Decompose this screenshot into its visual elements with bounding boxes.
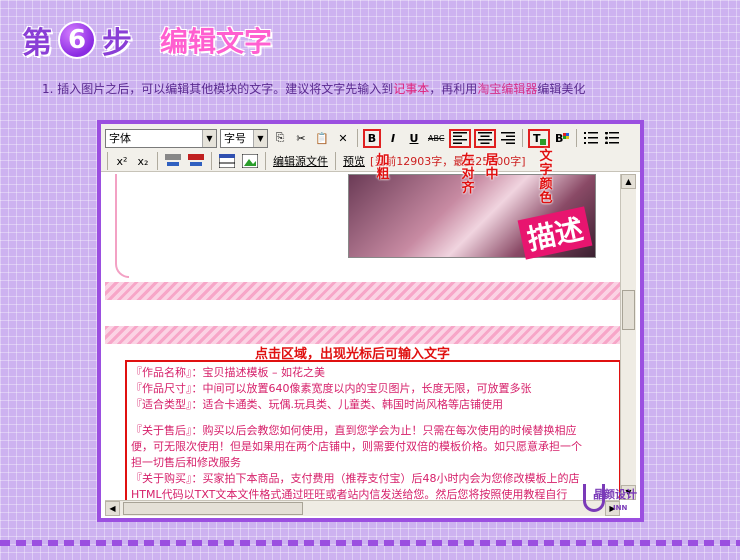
cut-icon[interactable]: ✂	[292, 129, 310, 148]
font-family-value: 字体	[109, 132, 131, 145]
editable-text-region[interactable]: 『作品名称』：宝贝描述模板 – 如花之美 『作品尺寸』：中间可以放置640像素宽…	[125, 360, 620, 500]
image-badge: 描述	[517, 206, 593, 260]
horizontal-scroll-thumb[interactable]	[123, 502, 303, 515]
toolbar-divider	[157, 152, 158, 170]
insert-table-icon[interactable]	[217, 152, 237, 171]
font-size-value: 字号	[224, 132, 246, 145]
toolbar-divider	[107, 152, 108, 170]
character-count: [当前12903字，最多25000字]	[370, 155, 526, 168]
text-line: 『适合类型』：适合卡通类、玩偶.玩具类、儿童类、韩国时尚风格等店铺使用	[131, 398, 503, 411]
chevron-down-icon[interactable]: ▼	[253, 129, 267, 147]
text-color-button[interactable]: T	[528, 128, 551, 148]
text-line: 『关于售后』：购买以后会教您如何使用，直到您学会为止！只需在每次使用的时候替换相…	[131, 424, 577, 437]
ordered-list-button[interactable]	[582, 129, 600, 148]
align-right-icon	[501, 132, 516, 144]
template-stripe-band	[105, 326, 620, 344]
toolbar-divider	[211, 152, 212, 170]
step-suffix: 步	[102, 26, 132, 61]
edit-source-link[interactable]: 编辑源文件	[271, 153, 330, 169]
step-prefix: 第	[22, 26, 52, 61]
annotation-text-color: 文字颜色	[539, 149, 553, 206]
brand-text: 晶颜设计	[593, 488, 637, 501]
font-family-select[interactable]: 字体 ▼	[105, 128, 217, 148]
underline-button[interactable]: U	[405, 129, 423, 148]
font-size-select[interactable]: 字号 ▼	[220, 128, 268, 148]
annotation-align-left: 左对齐	[461, 153, 475, 196]
instruction-notepad: 记事本	[393, 82, 430, 96]
editor-toolbar: 字体 ▼ 字号 ▼ ⎘ ✂ 📋 ✕ B I U ABC T B x² x₂ 编辑…	[101, 124, 640, 172]
toolbar-divider	[265, 152, 266, 170]
horizontal-scrollbar[interactable]: ◀ ▶	[105, 500, 620, 516]
instruction-editor-name: 淘宝编辑器	[477, 82, 538, 96]
toolbar-divider	[576, 129, 578, 147]
step-header: 第 6 步 编辑文字	[22, 18, 272, 62]
toolbar-divider	[335, 152, 336, 170]
media-icon	[188, 154, 204, 166]
vertical-scrollbar[interactable]: ▲ ▼	[620, 174, 636, 500]
editor-content-area[interactable]: 描述 点击区域，出现光标后可输入文字 『作品名称』：宝贝描述模板 – 如花之美 …	[105, 174, 620, 500]
editor-window: 字体 ▼ 字号 ▼ ⎘ ✂ 📋 ✕ B I U ABC T B x² x₂ 编辑…	[97, 120, 644, 522]
step-number-badge: 6	[58, 21, 96, 59]
scroll-up-icon[interactable]: ▲	[621, 174, 636, 189]
strikethrough-button[interactable]: ABC	[426, 129, 446, 148]
text-line: HTML代码以TXT文本文件格式通过旺旺或者站内信发送给您。然后您将按照使用教程…	[131, 488, 568, 500]
image-icon	[242, 154, 258, 168]
instruction-part3: 编辑美化	[537, 82, 586, 96]
paste-icon[interactable]: 📋	[313, 129, 331, 148]
preview-link[interactable]: 预览	[341, 153, 367, 169]
align-left-icon	[453, 132, 468, 144]
dashed-divider	[0, 540, 740, 546]
superscript-button[interactable]: x²	[113, 152, 131, 171]
align-right-button[interactable]	[499, 129, 517, 148]
toolbar-divider	[522, 129, 524, 147]
toolbar-divider	[357, 129, 358, 147]
bold-button[interactable]: B	[363, 128, 381, 148]
text-line: 担一切售后和修改服务	[131, 456, 241, 469]
text-line: 『关于购买』：买家拍下本商品，支付费用（推荐支付宝）后48小时内会为您修改模板上…	[131, 472, 580, 485]
instruction-part1: 1. 插入图片之后，可以编辑其他模块的文字。建议将文字先输入到	[42, 82, 394, 96]
table-icon	[219, 154, 235, 168]
text-color-icon: T	[533, 132, 547, 145]
scroll-left-icon[interactable]: ◀	[105, 501, 120, 516]
ordered-list-icon	[584, 132, 599, 144]
copy-icon[interactable]: ⎘	[271, 129, 289, 148]
background-color-button[interactable]: B	[553, 129, 571, 148]
step-title: 编辑文字	[160, 25, 273, 58]
align-center-icon	[478, 132, 493, 144]
template-border-curve	[115, 174, 129, 278]
annotation-bold: 加粗	[376, 153, 390, 182]
align-left-button[interactable]	[449, 128, 472, 148]
text-line: 『作品名称』：宝贝描述模板 – 如花之美	[131, 366, 325, 379]
svg-text:B: B	[555, 132, 563, 145]
annotation-align-center: 居中	[485, 153, 499, 182]
toolbar-row-1: 字体 ▼ 字号 ▼ ⎘ ✂ 📋 ✕ B I U ABC T B	[105, 127, 621, 149]
instruction-text: 1. 插入图片之后，可以编辑其他模块的文字。建议将文字先输入到记事本，再利用淘宝…	[42, 80, 585, 97]
background-color-icon: B	[555, 132, 570, 145]
template-stripe-band	[105, 282, 620, 300]
vertical-scroll-thumb[interactable]	[622, 290, 635, 330]
insert-media-icon[interactable]	[186, 152, 206, 171]
delete-icon[interactable]: ✕	[334, 129, 352, 148]
insert-image-icon[interactable]	[240, 152, 260, 171]
subscript-button[interactable]: x₂	[134, 152, 152, 171]
instruction-part2: ，再利用	[429, 82, 478, 96]
text-line: 『作品尺寸』：中间可以放置640像素宽度以内的宝贝图片，长度无限，可放置多张	[131, 382, 532, 395]
bullet-list-button[interactable]	[603, 129, 621, 148]
text-line	[131, 413, 615, 423]
web-link-icon	[165, 154, 181, 166]
svg-text:T: T	[533, 132, 541, 145]
bullet-list-icon	[605, 132, 620, 144]
text-line: 便，可无限次使用！但是如果用在两个店铺中，则需要付双倍的模板价格。如只愿意承担一…	[131, 440, 582, 453]
align-center-button[interactable]	[474, 128, 497, 148]
italic-button[interactable]: I	[384, 129, 402, 148]
brand-subtext: INN	[613, 504, 628, 512]
insert-web-link-icon[interactable]	[163, 152, 183, 171]
brand-logo: 晶颜设计 INN	[583, 484, 641, 518]
chevron-down-icon[interactable]: ▼	[202, 129, 216, 147]
